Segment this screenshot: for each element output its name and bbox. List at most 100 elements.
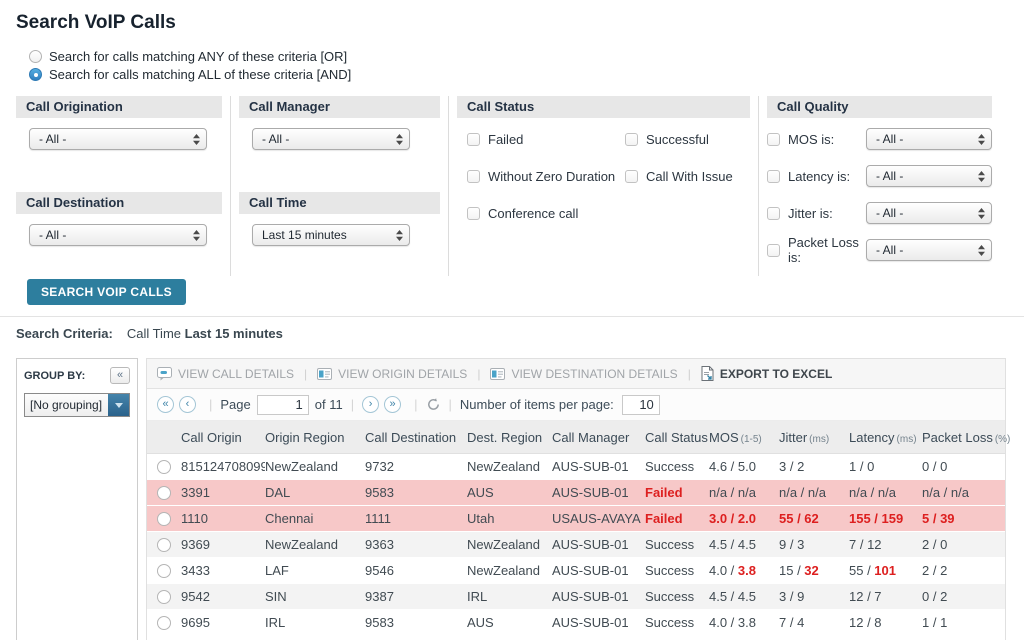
row-select-radio[interactable]	[157, 538, 171, 552]
row-select-radio[interactable]	[157, 460, 171, 474]
view-origin-details-label: VIEW ORIGIN DETAILS	[338, 367, 467, 381]
page-number-input[interactable]	[257, 395, 309, 415]
row-select-radio[interactable]	[157, 590, 171, 604]
group-by-label: GROUP BY:	[24, 370, 85, 382]
select-stepper-icon	[396, 134, 403, 145]
cell-jitter: 7 / 4	[779, 615, 849, 630]
cell-jitter: 15 / 32	[779, 563, 849, 578]
call-origination-select[interactable]: - All -	[29, 128, 207, 150]
criteria-option-all[interactable]: Search for calls matching ALL of these c…	[29, 65, 1008, 83]
checkbox-packet-loss[interactable]: Packet Loss is:	[767, 241, 866, 259]
view-call-details-button[interactable]: VIEW CALL DETAILS	[157, 367, 294, 381]
checkbox-icon[interactable]	[625, 133, 638, 146]
checkbox-latency[interactable]: Latency is:	[767, 167, 866, 185]
checkbox-icon[interactable]	[767, 244, 780, 257]
checkbox-conference-call[interactable]: Conference call	[467, 204, 625, 222]
checkbox-call-with-issue[interactable]: Call With Issue	[625, 167, 750, 185]
checkbox-icon[interactable]	[467, 133, 480, 146]
checkbox-icon[interactable]	[467, 170, 480, 183]
items-per-page-input[interactable]	[622, 395, 660, 415]
next-page-button[interactable]: ›	[362, 396, 379, 413]
search-voip-calls-button[interactable]: SEARCH VOIP CALLS	[27, 279, 186, 305]
criteria-option-all-label: Search for calls matching ALL of these c…	[49, 67, 351, 82]
col-header-call-origin[interactable]: Call Origin	[181, 430, 265, 445]
cell-origin-region: NewZealand	[265, 459, 365, 474]
col-header-call-destination[interactable]: Call Destination	[365, 430, 467, 445]
cell-call-origin: 9369	[181, 537, 265, 552]
table-row[interactable]: 9695 IRL 9583 AUS AUS-SUB-01 Success 4.0…	[147, 610, 1005, 636]
row-select-radio[interactable]	[157, 564, 171, 578]
view-destination-details-button[interactable]: VIEW DESTINATION DETAILS	[490, 367, 677, 381]
table-row[interactable]: 9542 SIN 9387 IRL AUS-SUB-01 Success 4.5…	[147, 584, 1005, 610]
table-row[interactable]: 1110 Chennai 1111 Utah USAUS-AVAYA Faile…	[147, 506, 1005, 532]
cell-call-origin: 3433	[181, 563, 265, 578]
checkbox-successful-label: Successful	[646, 132, 709, 147]
row-select-radio[interactable]	[157, 512, 171, 526]
criteria-option-any[interactable]: Search for calls matching ANY of these c…	[29, 47, 1008, 65]
cell-latency: 12 / 8	[849, 615, 922, 630]
cell-packet-loss: 5 / 39	[922, 511, 1000, 526]
col-header-origin-region[interactable]: Origin Region	[265, 430, 365, 445]
mos-select[interactable]: - All -	[866, 128, 992, 150]
cell-jitter: n/a / n/a	[779, 485, 849, 500]
packet-loss-select[interactable]: - All -	[866, 239, 992, 261]
call-manager-select[interactable]: - All -	[252, 128, 410, 150]
table-row[interactable]: 9369 NewZealand 9363 NewZealand AUS-SUB-…	[147, 532, 1005, 558]
chevron-down-icon[interactable]	[108, 394, 129, 416]
latency-select[interactable]: - All -	[866, 165, 992, 187]
view-destination-details-label: VIEW DESTINATION DETAILS	[511, 367, 677, 381]
checkbox-icon[interactable]	[467, 207, 480, 220]
cell-dest-region: AUS	[467, 615, 552, 630]
cell-call-destination: 9732	[365, 459, 467, 474]
refresh-icon[interactable]	[426, 397, 441, 412]
checkbox-icon[interactable]	[625, 170, 638, 183]
checkbox-successful[interactable]: Successful	[625, 130, 750, 148]
table-row[interactable]: 3391 DAL 9583 AUS AUS-SUB-01 Failed n/a …	[147, 480, 1005, 506]
cell-packet-loss: 0 / 2	[922, 589, 1000, 604]
col-header-dest-region[interactable]: Dest. Region	[467, 430, 552, 445]
call-destination-select-value: - All -	[39, 228, 66, 242]
row-select-radio[interactable]	[157, 486, 171, 500]
call-time-select[interactable]: Last 15 minutes	[252, 224, 410, 246]
col-header-call-manager[interactable]: Call Manager	[552, 430, 645, 445]
cell-call-manager: AUS-SUB-01	[552, 563, 645, 578]
collapse-sidebar-button[interactable]: «	[110, 367, 130, 384]
cell-dest-region: NewZealand	[467, 459, 552, 474]
cell-dest-region: AUS	[467, 485, 552, 500]
cell-call-destination: 9583	[365, 615, 467, 630]
search-criteria-field: Call Time	[127, 326, 181, 341]
checkbox-icon[interactable]	[767, 207, 780, 220]
group-by-sidebar: GROUP BY: « [No grouping]	[16, 358, 138, 640]
cell-dest-region: NewZealand	[467, 563, 552, 578]
call-destination-select[interactable]: - All -	[29, 224, 207, 246]
radio-selected-icon[interactable]	[29, 68, 42, 81]
first-page-button[interactable]: «	[157, 396, 174, 413]
col-header-mos[interactable]: MOS(1-5)	[709, 430, 779, 445]
checkbox-icon[interactable]	[767, 133, 780, 146]
radio-unselected-icon[interactable]	[29, 50, 42, 63]
table-row[interactable]: 815124708099 NewZealand 9732 NewZealand …	[147, 454, 1005, 480]
last-page-button[interactable]: »	[384, 396, 401, 413]
jitter-select[interactable]: - All -	[866, 202, 992, 224]
pager-separator: |	[351, 397, 354, 412]
checkbox-failed[interactable]: Failed	[467, 130, 625, 148]
group-by-select[interactable]: [No grouping]	[24, 393, 130, 417]
table-row[interactable]: 3433 LAF 9546 NewZealand AUS-SUB-01 Succ…	[147, 558, 1005, 584]
checkbox-mos[interactable]: MOS is:	[767, 130, 866, 148]
checkbox-call-with-issue-label: Call With Issue	[646, 169, 733, 184]
col-header-packet-loss[interactable]: Packet Loss(%)	[922, 430, 1000, 445]
col-header-jitter[interactable]: Jitter(ms)	[779, 430, 849, 445]
col-header-call-status[interactable]: Call Status	[645, 430, 709, 445]
export-to-excel-button[interactable]: EXPORT TO EXCEL	[701, 366, 832, 381]
row-select-radio[interactable]	[157, 616, 171, 630]
search-criteria-value: Last 15 minutes	[185, 326, 283, 341]
mos-select-value: - All -	[876, 132, 903, 146]
items-per-page-label: Number of items per page:	[460, 397, 614, 412]
checkbox-icon[interactable]	[767, 170, 780, 183]
col-header-latency[interactable]: Latency(ms)	[849, 430, 922, 445]
cell-mos: n/a / n/a	[709, 485, 779, 500]
checkbox-jitter[interactable]: Jitter is:	[767, 204, 866, 222]
view-origin-details-button[interactable]: VIEW ORIGIN DETAILS	[317, 367, 467, 381]
prev-page-button[interactable]: ‹	[179, 396, 196, 413]
checkbox-without-zero-duration[interactable]: Without Zero Duration	[467, 167, 625, 185]
